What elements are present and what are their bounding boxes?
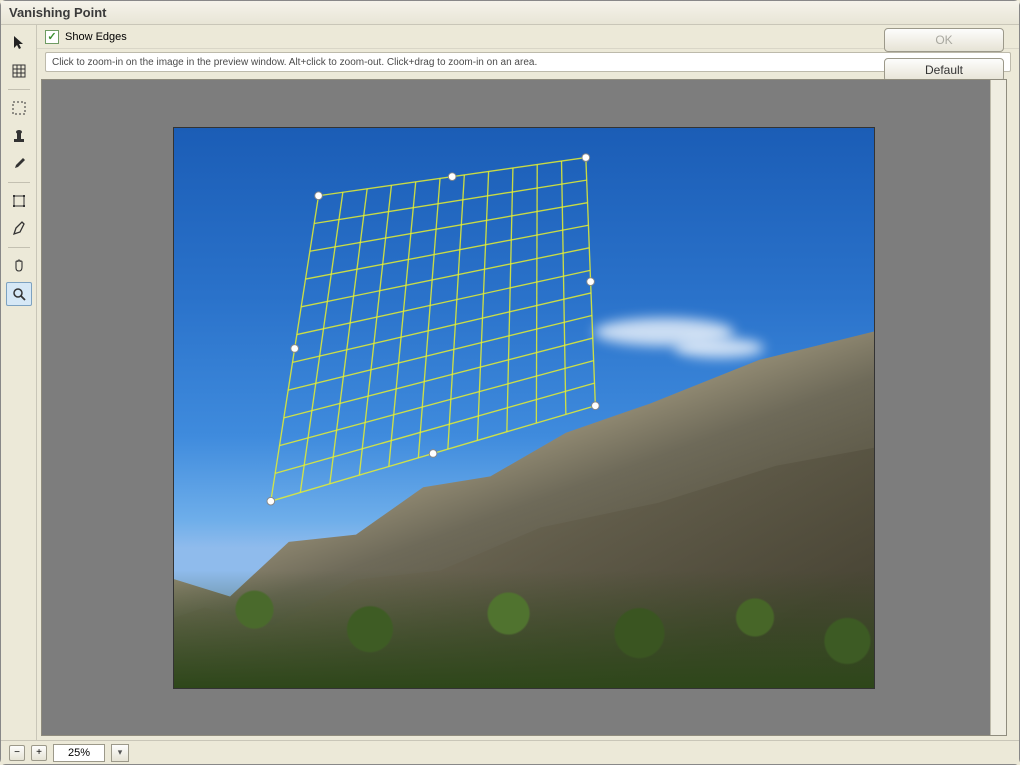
- show-edges-label: Show Edges: [65, 31, 127, 43]
- transform-tool[interactable]: [6, 189, 32, 213]
- eyedropper-tool[interactable]: [6, 217, 32, 241]
- zoom-dropdown[interactable]: [111, 744, 129, 762]
- window-title: Vanishing Point: [9, 5, 107, 20]
- perspective-grid[interactable]: [204, 148, 624, 568]
- marquee-tool[interactable]: [6, 96, 32, 120]
- eyedropper-icon: [11, 221, 27, 237]
- zoom-in-button[interactable]: +: [31, 745, 47, 761]
- show-edges-checkbox[interactable]: ✓: [45, 30, 59, 44]
- zoom-icon: [11, 286, 27, 302]
- options-bar: ✓ Show Edges: [37, 25, 1019, 49]
- window-titlebar: Vanishing Point: [1, 1, 1019, 25]
- create-plane-tool[interactable]: [6, 59, 32, 83]
- marquee-icon: [11, 100, 27, 116]
- hand-tool[interactable]: [6, 254, 32, 278]
- ok-button[interactable]: OK: [884, 28, 1004, 52]
- transform-icon: [11, 193, 27, 209]
- brush-tool[interactable]: [6, 152, 32, 176]
- tool-separator: [8, 247, 30, 248]
- edit-plane-tool[interactable]: [6, 31, 32, 55]
- image-preview: [174, 128, 874, 688]
- stamp-icon: [11, 128, 27, 144]
- zoom-out-button[interactable]: −: [9, 745, 25, 761]
- tool-separator: [8, 89, 30, 90]
- hint-text: Click to zoom-in on the image in the pre…: [45, 52, 1011, 72]
- stamp-tool[interactable]: [6, 124, 32, 148]
- tool-palette: [1, 25, 37, 740]
- vertical-scrollbar[interactable]: [990, 80, 1006, 735]
- tool-separator: [8, 182, 30, 183]
- preview-canvas[interactable]: [41, 79, 1007, 736]
- zoom-display: 25%: [53, 744, 105, 762]
- cursor-icon: [11, 35, 27, 51]
- hand-icon: [11, 258, 27, 274]
- grid-icon: [11, 63, 27, 79]
- footer-bar: − + 25%: [1, 740, 1019, 764]
- brush-icon: [11, 156, 27, 172]
- zoom-tool[interactable]: [6, 282, 32, 306]
